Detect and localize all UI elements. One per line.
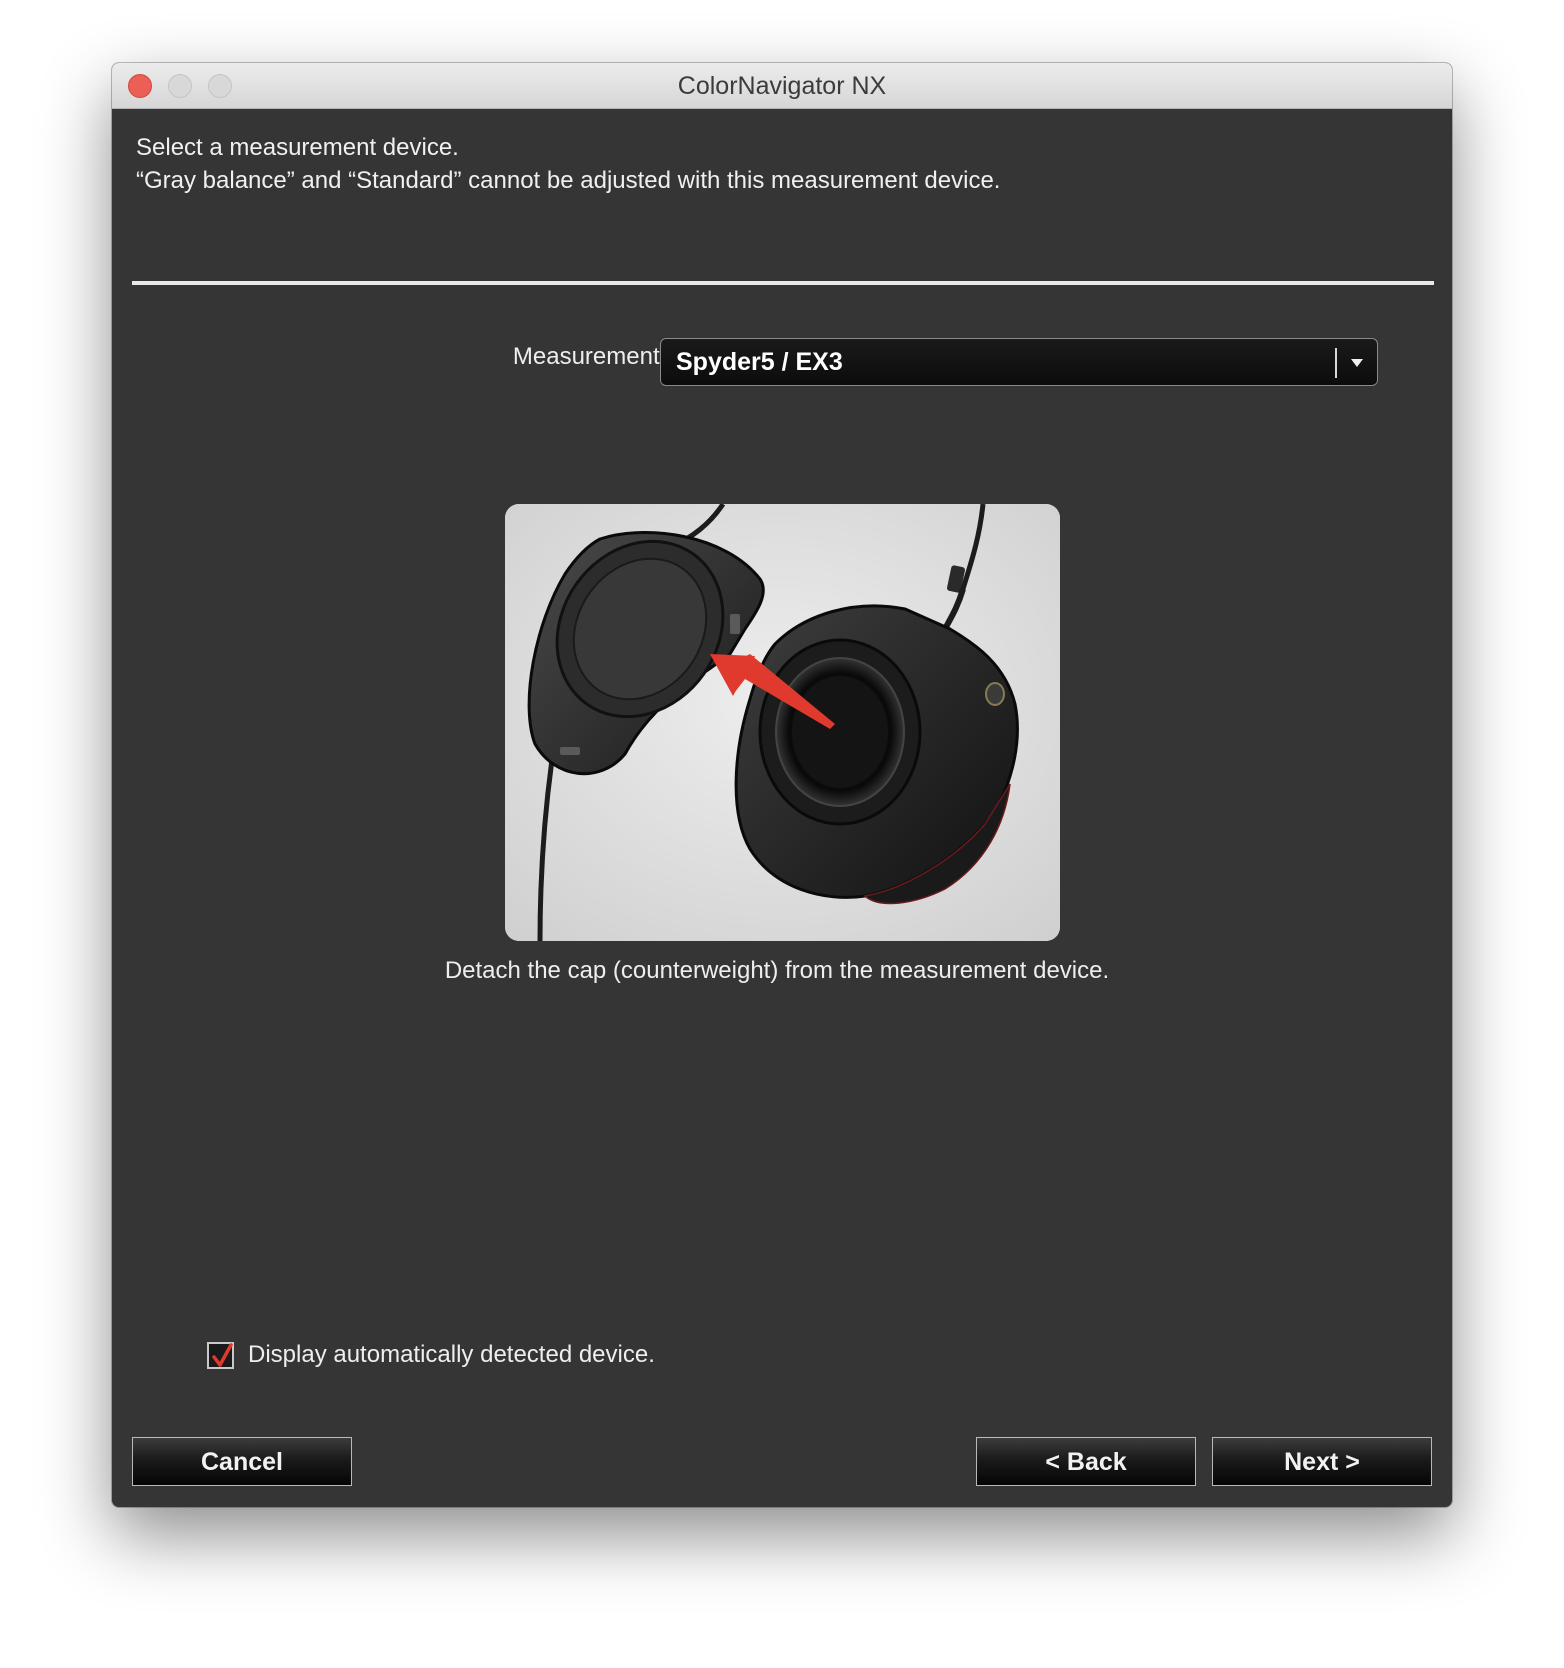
chevron-down-icon	[1351, 359, 1363, 367]
dropdown-separator	[1335, 348, 1337, 378]
auto-detect-option[interactable]: Display automatically detected device.	[207, 1340, 655, 1370]
auto-detect-checkbox[interactable]	[207, 1341, 234, 1369]
next-button[interactable]: Next >	[1212, 1437, 1432, 1486]
cancel-button[interactable]: Cancel	[132, 1437, 352, 1486]
measurement-device-value: Spyder5 / EX3	[676, 348, 843, 376]
window-title: ColorNavigator NX	[677, 72, 887, 100]
illustration-caption: Detach the cap (counterweight) from the …	[444, 957, 1110, 984]
title-bar[interactable]: ColorNavigator NX	[112, 63, 1452, 109]
dialog-window: ColorNavigator NX Select a measurement d…	[112, 63, 1452, 1507]
instruction-line-1: Select a measurement device.	[136, 134, 459, 161]
instruction-line-2: “Gray balance” and “Standard” cannot be …	[136, 167, 1001, 194]
back-button[interactable]: < Back	[976, 1437, 1196, 1486]
auto-detect-label: Display automatically detected device.	[248, 1341, 655, 1368]
instructions: Select a measurement device. “Gray balan…	[136, 131, 1000, 197]
spyder-device-image	[505, 504, 1060, 941]
device-illustration	[505, 504, 1060, 941]
divider	[132, 281, 1434, 285]
measurement-device-select[interactable]: Spyder5 / EX3	[660, 338, 1378, 386]
checkmark-icon	[212, 1342, 233, 1367]
